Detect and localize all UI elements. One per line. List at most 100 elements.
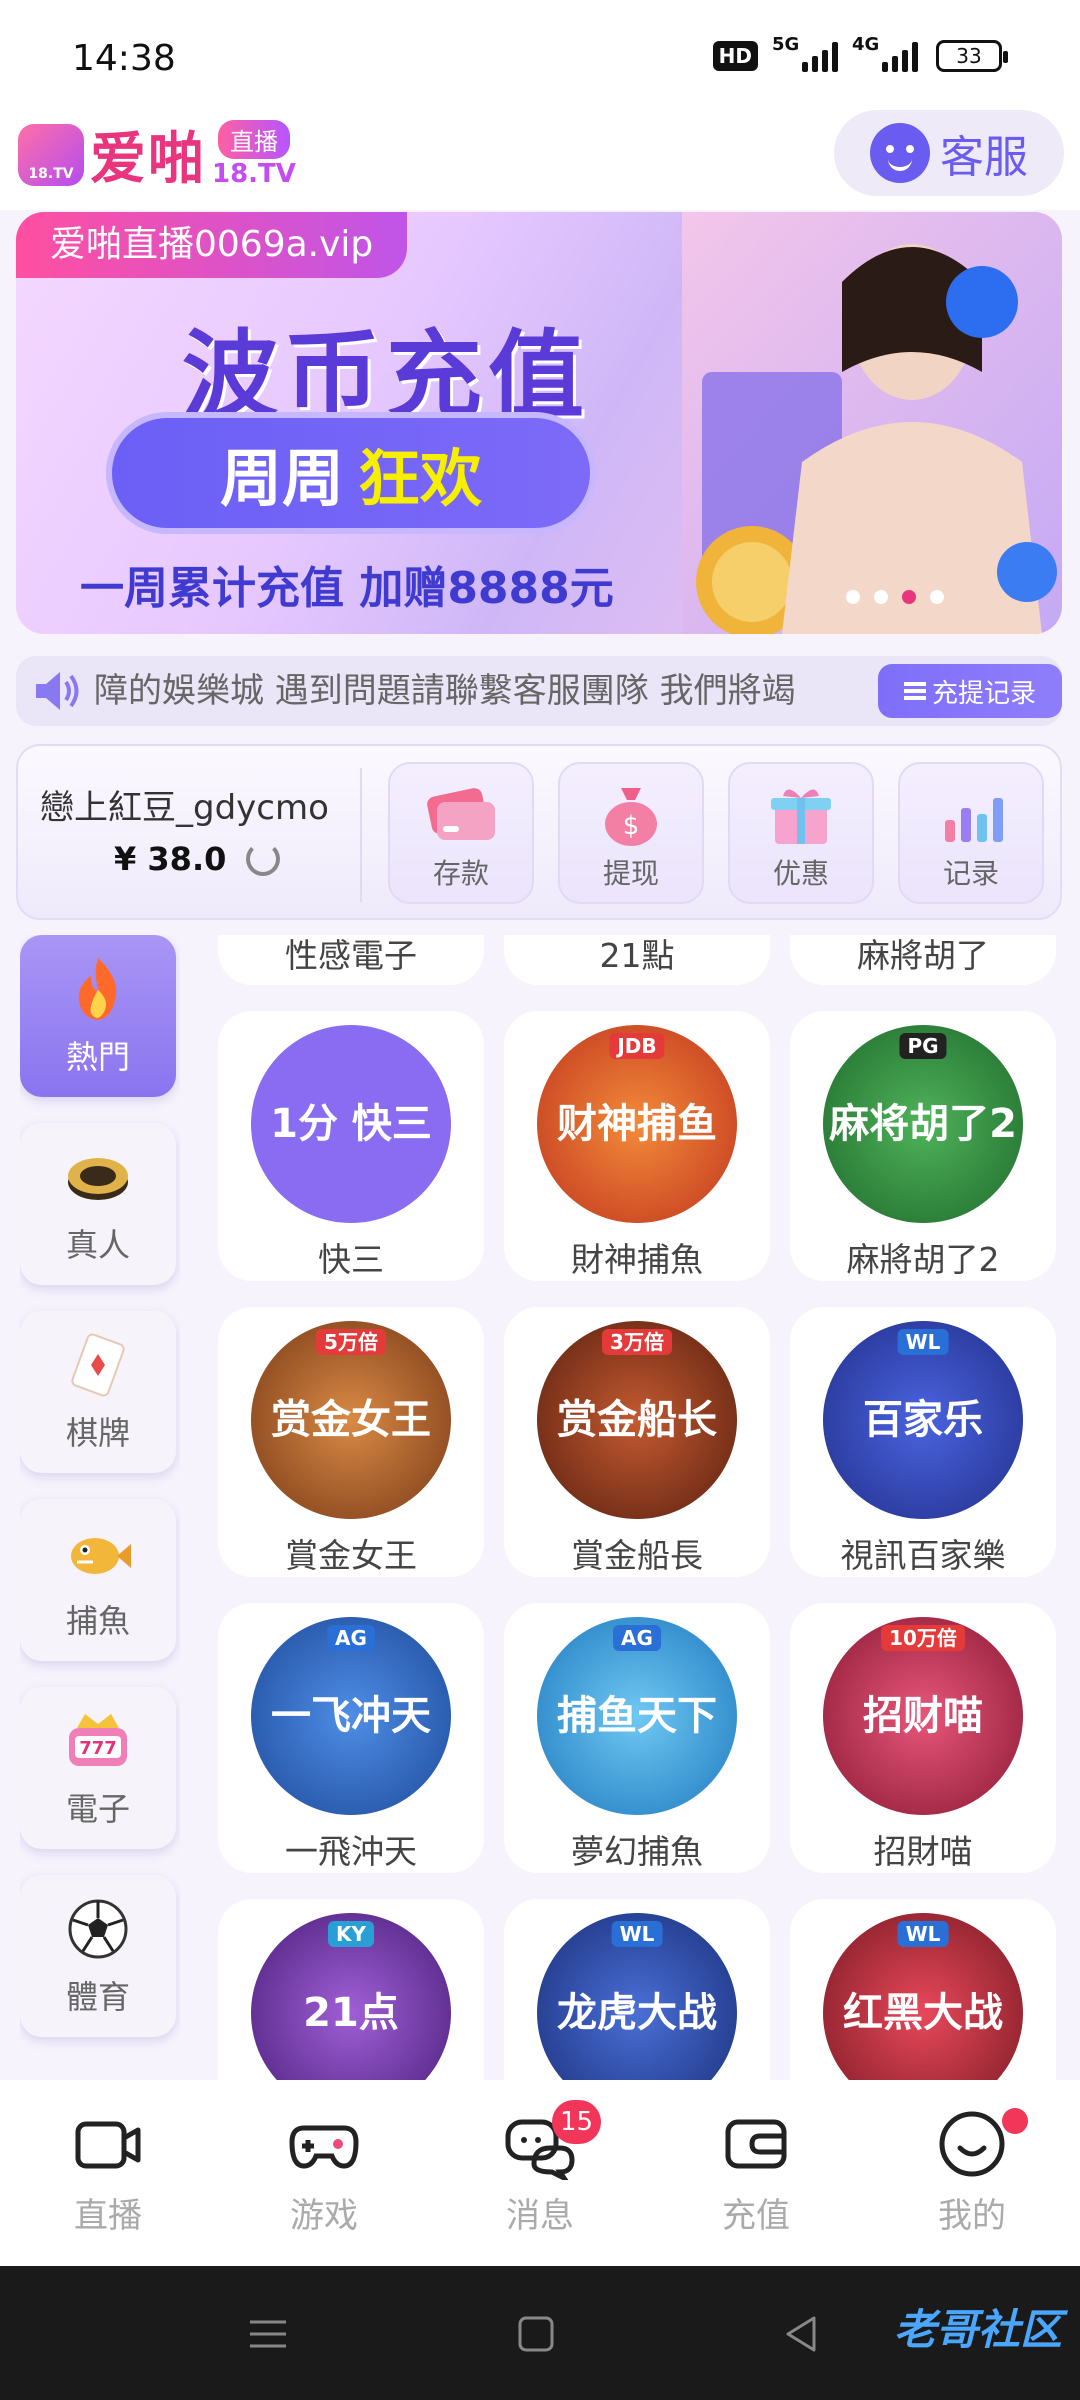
game-icon: 3万倍 赏金船长 [537, 1321, 737, 1519]
game-card-bounty-queen[interactable]: 5万倍 赏金女王 賞金女王 [218, 1307, 484, 1577]
banner-pagination [846, 590, 944, 604]
game-icon: WL 龙虎大战 [537, 1913, 737, 2080]
camera-icon [75, 2121, 141, 2169]
game-icon: WL 红黑大战 [823, 1913, 1023, 2080]
game-row: AG 一飞冲天 一飛沖天 AG 捕鱼天下 夢幻捕魚 10万倍 招财喵 招財喵 [218, 1603, 1064, 1873]
menu-icon[interactable] [246, 2312, 290, 2356]
nav-games[interactable]: 游戏 [224, 2108, 424, 2237]
slot-icon: 777 [69, 1714, 127, 1766]
notification-dot [1002, 2108, 1028, 2134]
game-icon: 10万倍 招财喵 [823, 1617, 1023, 1815]
game-row: 5万倍 赏金女王 賞金女王 3万倍 赏金船长 賞金船長 WL 百家乐 視訊百家樂 [218, 1307, 1064, 1577]
system-nav-bar: 老哥社区 [0, 2266, 1080, 2400]
soccer-ball-icon [68, 1899, 128, 1959]
game-card-soaring[interactable]: AG 一飞冲天 一飛沖天 [218, 1603, 484, 1873]
game-card-caishen-fishing[interactable]: JDB 财神捕鱼 財神捕魚 [504, 1011, 770, 1281]
home-icon[interactable] [514, 2312, 558, 2356]
promo-banner[interactable]: 爱啪直播0069a.vip 波币充值 周周 狂欢 一周累计充值 加赠8888元 [16, 212, 1062, 634]
game-icon: JDB 财神捕鱼 [537, 1025, 737, 1223]
deposit-button[interactable]: 存款 [388, 762, 534, 904]
wallet-icon [725, 2119, 787, 2169]
game-card-kuaisan[interactable]: 1分 快三 快三 [218, 1011, 484, 1281]
status-time: 14:38 [72, 38, 176, 79]
account-panel: 戀上紅豆_gdycmo ¥ 38.0 存款 $ 提现 优惠 记录 [16, 744, 1062, 920]
category-fishing[interactable]: 捕魚 [20, 1499, 176, 1661]
username: 戀上紅豆_gdycmo [40, 788, 329, 828]
game-card-red-black[interactable]: WL 红黑大战 [790, 1899, 1056, 2080]
back-icon[interactable] [780, 2312, 824, 2356]
logo-sub-bottom: 18.TV [212, 159, 296, 189]
svg-text:$: $ [623, 811, 640, 841]
announcement-text: 障的娛樂城 遇到問題請聯繫客服團隊 我們將竭 [94, 671, 796, 711]
bottom-navigation: 直播 游戏 15 消息 充值 我的 [0, 2080, 1080, 2266]
refresh-icon[interactable] [246, 842, 281, 876]
playing-card-icon [71, 1333, 125, 1397]
game-card[interactable]: 性感電子 [218, 935, 484, 985]
game-card[interactable]: 麻將胡了 [790, 935, 1056, 985]
game-row: KY 21点 WL 龙虎大战 WL 红黑大战 [218, 1899, 1064, 2080]
nav-profile[interactable]: 我的 [872, 2108, 1072, 2237]
game-icon: PG 麻将胡了2 [823, 1025, 1023, 1223]
profile-icon [939, 2111, 1005, 2177]
banner-dot[interactable] [930, 590, 944, 604]
customer-service-label: 客服 [940, 132, 1028, 183]
app-screen: 14:38 HD 5G 4G 33 18.TV 爱啪 直播 18.TV 客服 爱… [0, 0, 1080, 2400]
banner-pill-white: 周周 [219, 442, 344, 515]
nav-recharge[interactable]: 充值 [656, 2108, 856, 2237]
game-card-dream-fishing[interactable]: AG 捕鱼天下 夢幻捕魚 [504, 1603, 770, 1873]
logo-heart-icon: 18.TV [18, 123, 84, 186]
fire-icon [78, 958, 117, 1020]
category-live-casino[interactable]: 真人 [20, 1123, 176, 1285]
gift-icon [771, 789, 831, 844]
speaker-icon [36, 672, 79, 710]
withdraw-button[interactable]: $ 提现 [558, 762, 704, 904]
banner-model-image [682, 212, 1062, 634]
bar-chart-icon [945, 798, 1003, 842]
category-sidebar: 熱門 真人 棋牌 捕魚 777 電子 體育 [20, 935, 180, 2080]
promotion-button[interactable]: 优惠 [728, 762, 874, 904]
game-card-dragon-tiger[interactable]: WL 龙虎大战 [504, 1899, 770, 2080]
signal-5g-icon: 5G [772, 34, 838, 72]
battery-icon: 33 [936, 40, 1008, 72]
deposit-record-button[interactable]: 充提记录 [878, 664, 1062, 718]
hd-badge: HD [712, 41, 758, 71]
card-icon [427, 788, 495, 840]
deposit-record-label: 充提记录 [931, 678, 1036, 709]
quick-actions: 存款 $ 提现 优惠 记录 [388, 762, 1044, 904]
nav-live[interactable]: 直播 [8, 2108, 208, 2237]
game-card-mahjong2[interactable]: PG 麻将胡了2 麻將胡了2 [790, 1011, 1056, 1281]
gamepad-icon [289, 2125, 359, 2169]
category-cards[interactable]: 棋牌 [20, 1311, 176, 1473]
game-card-lucky-cat[interactable]: 10万倍 招财喵 招財喵 [790, 1603, 1056, 1873]
headset-icon [870, 123, 930, 183]
game-icon: WL 百家乐 [823, 1321, 1023, 1519]
banner-dot-active[interactable] [902, 590, 916, 604]
category-slots[interactable]: 777 電子 [20, 1687, 176, 1849]
game-grid: 性感電子 21點 麻將胡了 1分 快三 快三 JDB 财神捕鱼 財神捕魚 PG 麻将… [218, 935, 1064, 2080]
fish-icon [71, 1538, 131, 1574]
logo-sub-top: 直播 [217, 120, 290, 159]
banner-promo-text: 一周累计充值 加赠8888元 [80, 563, 614, 614]
game-card-blackjack[interactable]: KY 21点 [218, 1899, 484, 2080]
status-bar: 14:38 HD 5G 4G 33 [0, 0, 1080, 110]
app-logo: 18.TV 爱啪 直播 18.TV [18, 114, 296, 195]
game-row: 1分 快三 快三 JDB 财神捕鱼 財神捕魚 PG 麻将胡了2 麻將胡了2 [218, 1011, 1064, 1281]
status-icons: HD 5G 4G 33 [712, 34, 1008, 72]
game-icon: AG 捕鱼天下 [537, 1617, 737, 1815]
balance: ¥ 38.0 [114, 840, 281, 878]
list-icon [903, 682, 926, 700]
customer-service-button[interactable]: 客服 [834, 110, 1064, 196]
banner-url: 爱啪直播0069a.vip [16, 212, 408, 278]
category-sports[interactable]: 體育 [20, 1875, 176, 2037]
game-icon: 1分 快三 [251, 1025, 451, 1223]
game-card-bounty-captain[interactable]: 3万倍 赏金船长 賞金船長 [504, 1307, 770, 1577]
nav-messages[interactable]: 15 消息 [440, 2100, 640, 2237]
records-button[interactable]: 记录 [898, 762, 1044, 904]
game-icon: KY 21点 [251, 1913, 451, 2080]
game-row-partial: 性感電子 21點 麻將胡了 [218, 935, 1064, 985]
banner-dot[interactable] [874, 590, 888, 604]
game-card[interactable]: 21點 [504, 935, 770, 985]
banner-dot[interactable] [846, 590, 860, 604]
game-card-video-baccarat[interactable]: WL 百家乐 視訊百家樂 [790, 1307, 1056, 1577]
category-hot[interactable]: 熱門 [20, 935, 176, 1097]
